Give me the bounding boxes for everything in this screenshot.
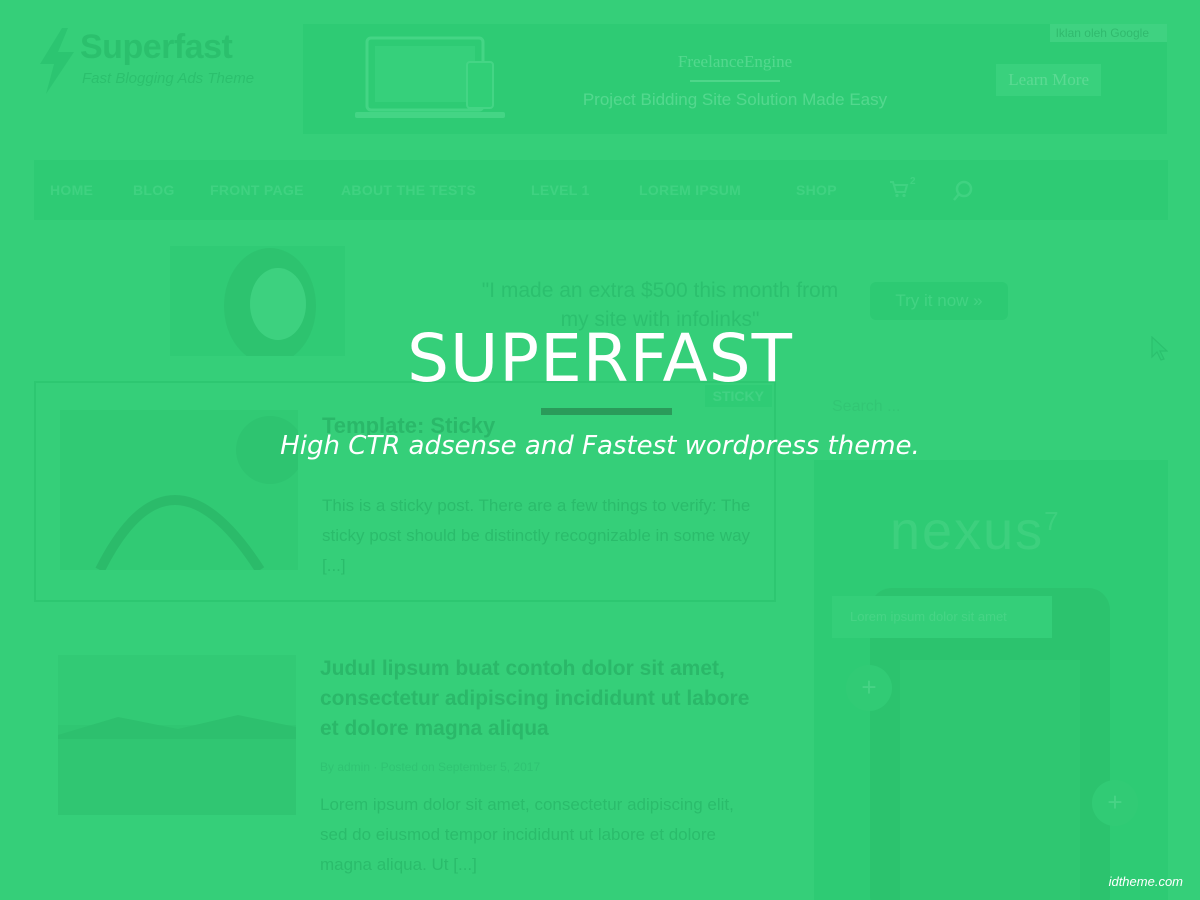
hero-title: SUPERFAST	[407, 320, 793, 397]
preview-stage: Superfast Fast Blogging Ads Theme Freela…	[0, 0, 1200, 900]
watermark: idtheme.com	[1108, 874, 1183, 889]
hero-subtitle: High CTR adsense and Fastest wordpress t…	[280, 431, 920, 461]
hero-divider	[541, 408, 672, 415]
